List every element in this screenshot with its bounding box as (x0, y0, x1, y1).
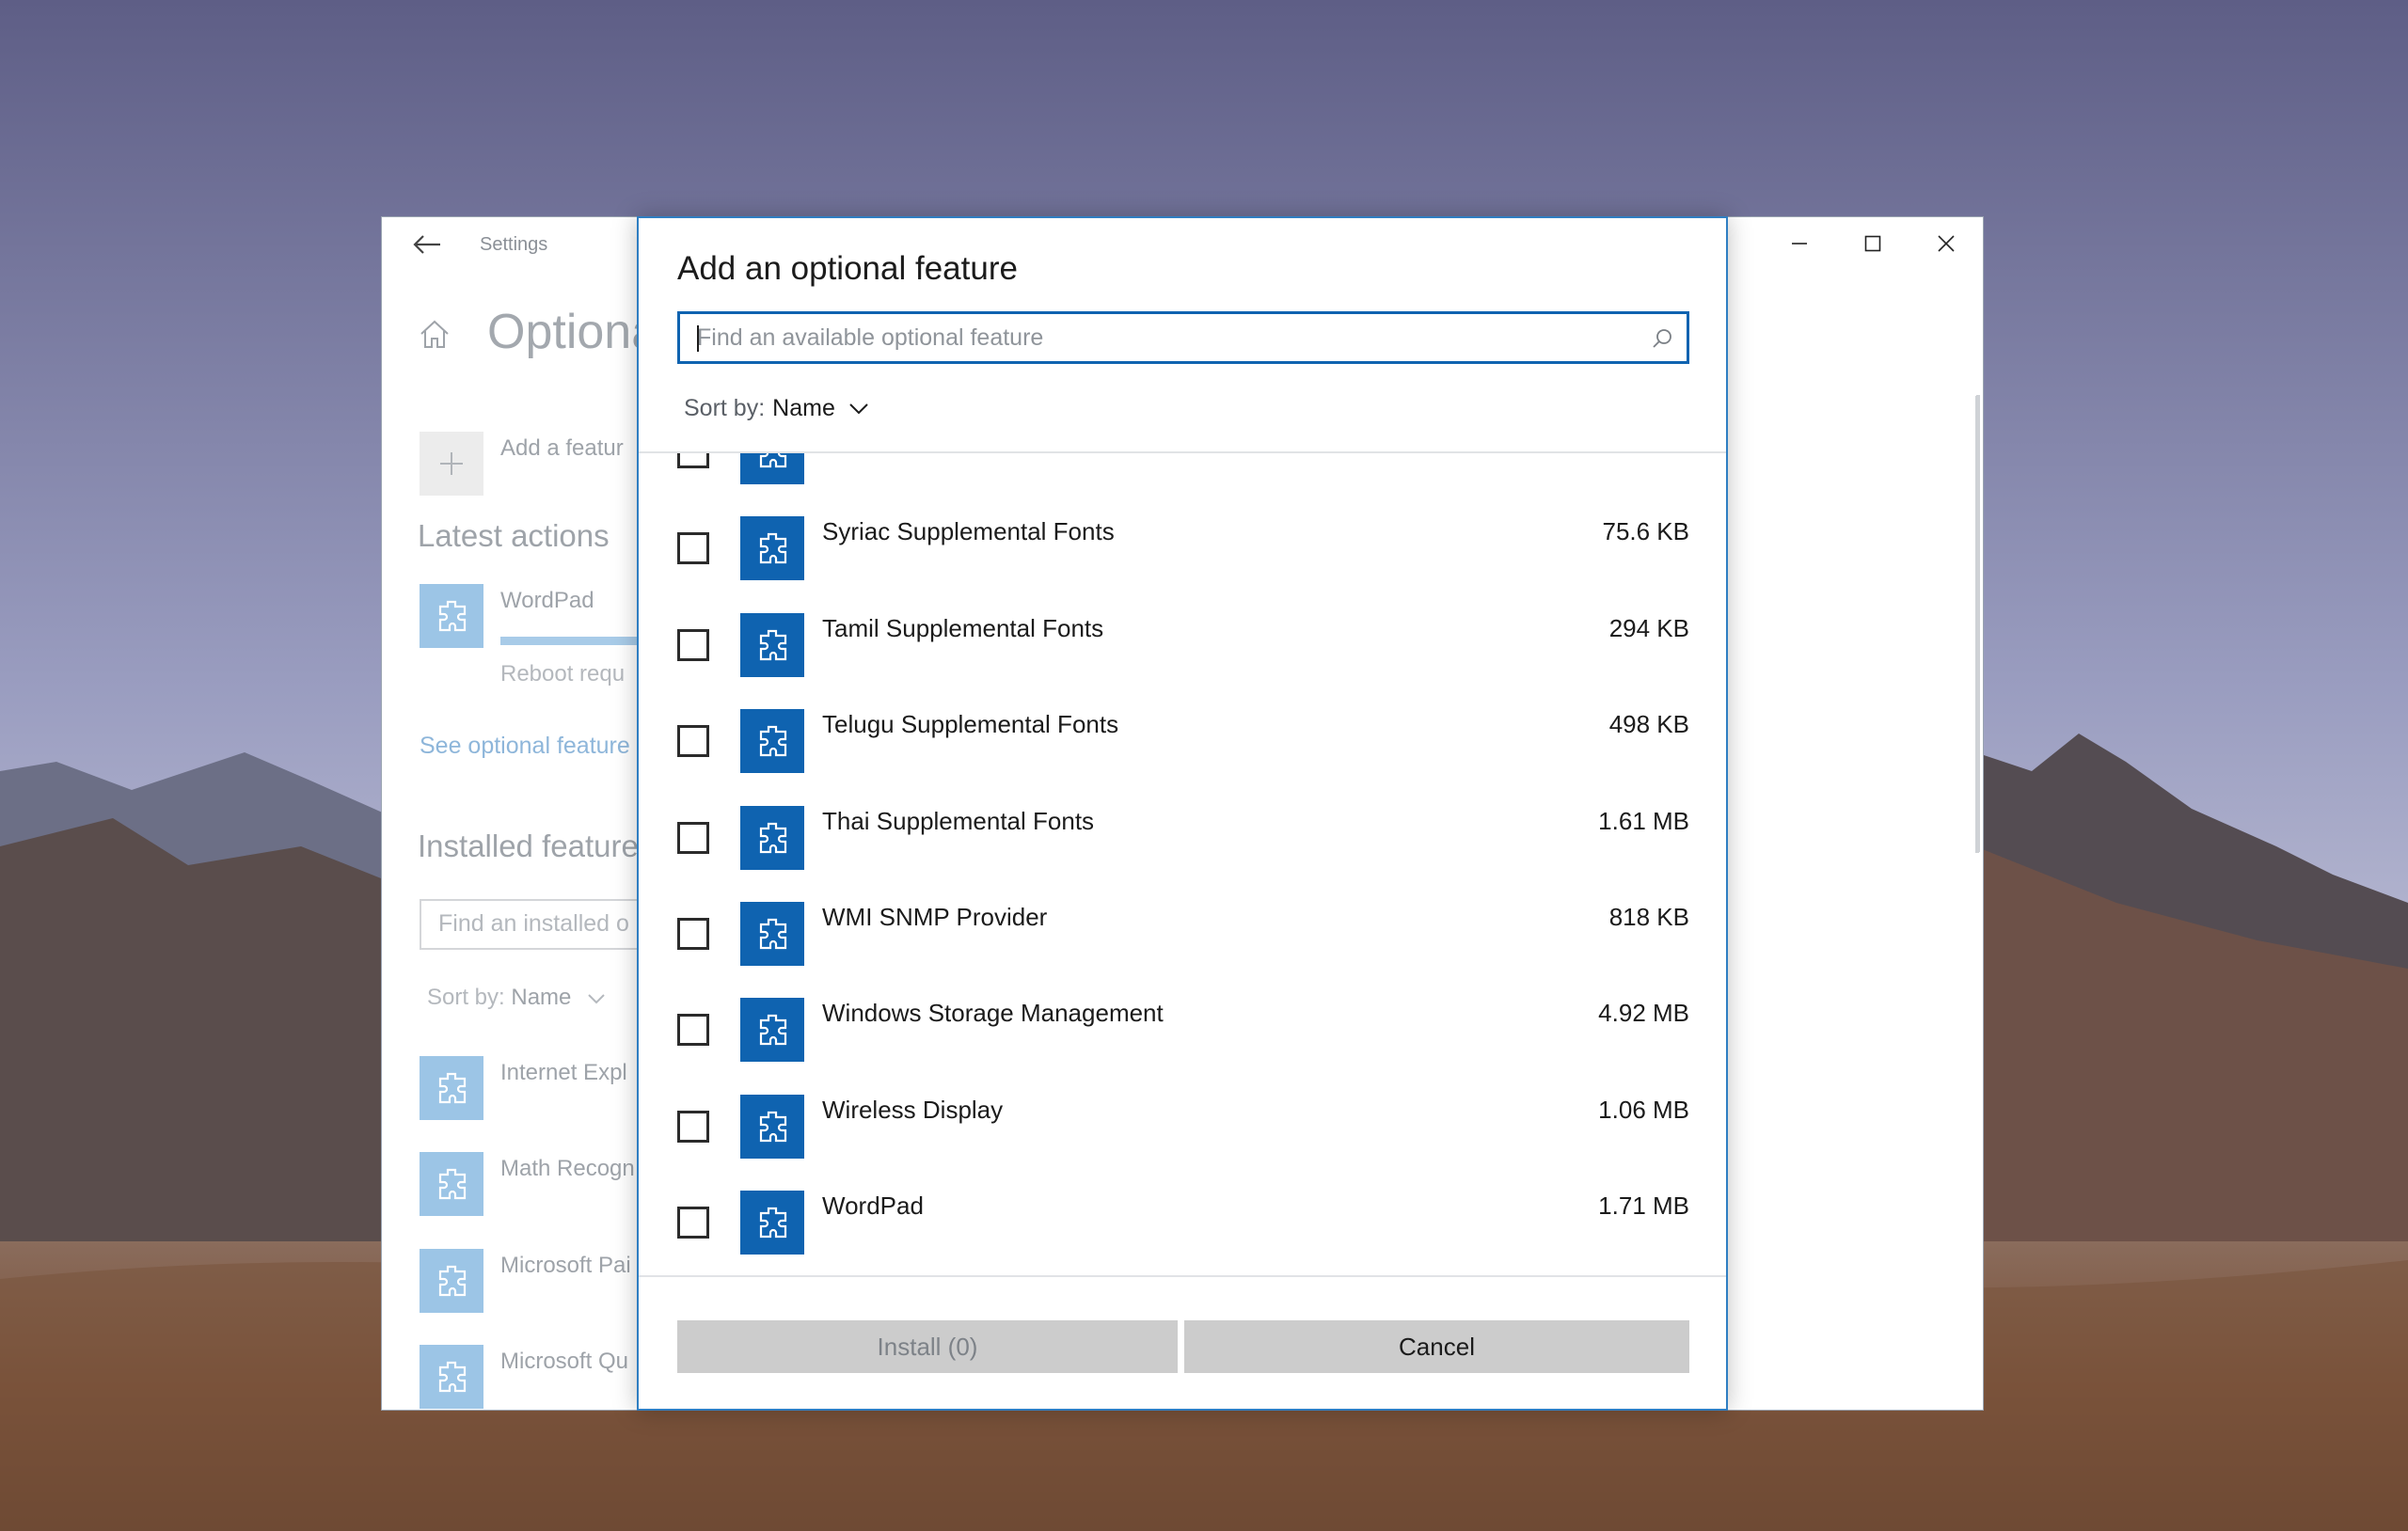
feature-size: 75.6 KB (1602, 517, 1689, 546)
feature-name: Wireless Display (822, 1095, 1004, 1124)
list-item[interactable]: WMI SNMP Provider 818 KB (639, 886, 1726, 982)
feature-search-input[interactable] (680, 314, 1687, 361)
installed-item[interactable]: Math Recogn (500, 1156, 635, 1182)
plus-icon (440, 452, 463, 475)
sort-dropdown[interactable]: Sort by: Name (684, 395, 869, 422)
list-item[interactable]: Tamil Supplemental Fonts 294 KB (639, 597, 1726, 693)
puzzle-icon (740, 709, 804, 774)
installed-sort-dropdown[interactable]: Sort by: Name (427, 985, 606, 1011)
feature-checkbox[interactable] (677, 917, 709, 950)
sort-value: Name (772, 395, 835, 421)
puzzle-icon (740, 998, 804, 1063)
sort-prefix: Sort by: (427, 985, 505, 1010)
sort-prefix: Sort by: (684, 395, 766, 421)
feature-size: 4.92 MB (1598, 999, 1689, 1028)
list-item[interactable]: Windows Storage Management 4.92 MB (639, 982, 1726, 1078)
feature-checkbox[interactable] (677, 1110, 709, 1143)
feature-checkbox[interactable] (677, 725, 709, 758)
search-icon[interactable] (1651, 327, 1673, 350)
minimize-icon (1792, 243, 1807, 245)
sort-value: Name (511, 985, 572, 1010)
feature-size: 294 KB (1608, 613, 1689, 642)
cancel-button[interactable]: Cancel (1184, 1320, 1689, 1373)
puzzle-icon (420, 1152, 483, 1216)
maximize-button[interactable] (1836, 217, 1909, 270)
add-feature-button[interactable] (420, 432, 483, 496)
feature-name: Thai Supplemental Fonts (822, 806, 1095, 835)
puzzle-icon (420, 1056, 483, 1120)
puzzle-icon (420, 1249, 483, 1313)
back-arrow-icon[interactable] (408, 229, 446, 260)
add-optional-feature-dialog: Add an optional feature Sort by: Name Sy… (637, 216, 1728, 1411)
feature-name: WordPad (822, 1192, 924, 1221)
chevron-down-icon (588, 994, 605, 1004)
see-optional-features-link[interactable]: See optional feature (420, 733, 630, 760)
home-icon[interactable] (416, 315, 453, 353)
feature-list[interactable]: Syriac Supplemental Fonts 75.6 KB Tamil Su… (639, 451, 1726, 1277)
maximize-icon (1864, 235, 1881, 252)
install-progress-bar (500, 637, 642, 645)
feature-checkbox[interactable] (677, 1014, 709, 1047)
puzzle-icon (740, 1191, 804, 1255)
puzzle-icon (420, 1345, 483, 1409)
feature-name: Tamil Supplemental Fonts (822, 613, 1104, 642)
feature-search-field[interactable] (677, 311, 1689, 364)
chevron-down-icon (849, 402, 868, 414)
window-scrollbar[interactable] (1976, 395, 1980, 852)
feature-name: WMI SNMP Provider (822, 902, 1048, 931)
text-cursor (697, 325, 699, 352)
list-item[interactable]: WordPad 1.71 MB (639, 1175, 1726, 1271)
puzzle-icon (740, 1094, 804, 1159)
feature-checkbox[interactable] (677, 821, 709, 854)
feature-size: 1.61 MB (1598, 806, 1689, 835)
list-item[interactable]: Syriac Supplemental Fonts 75.6 KB (639, 500, 1726, 596)
close-icon (1938, 235, 1955, 252)
close-button[interactable] (1909, 217, 1983, 270)
feature-name: Windows Storage Management (822, 999, 1164, 1028)
latest-item-status: Reboot requ (500, 661, 626, 687)
puzzle-icon (740, 453, 804, 484)
installed-features-heading: Installed feature (418, 829, 639, 863)
installed-search-input[interactable]: Find an installed o (420, 899, 645, 950)
puzzle-icon (740, 805, 804, 870)
list-item[interactable]: Telugu Supplemental Fonts 498 KB (639, 693, 1726, 789)
feature-size: 498 KB (1608, 710, 1689, 739)
installed-item[interactable]: Microsoft Pai (500, 1253, 631, 1279)
window-title: Settings (480, 234, 548, 255)
puzzle-icon (740, 516, 804, 581)
installed-item[interactable]: Microsoft Qu (500, 1349, 628, 1375)
puzzle-icon (420, 584, 483, 648)
list-item[interactable] (639, 453, 1726, 500)
add-feature-label[interactable]: Add a featur (500, 435, 624, 462)
install-button[interactable]: Install (0) (677, 1320, 1178, 1373)
dialog-title: Add an optional feature (677, 250, 1018, 287)
feature-name: Syriac Supplemental Fonts (822, 517, 1115, 546)
page-title: Optiona (487, 305, 659, 359)
latest-actions-heading: Latest actions (418, 518, 610, 553)
feature-checkbox[interactable] (677, 532, 709, 565)
feature-size: 1.06 MB (1598, 1095, 1689, 1124)
list-item[interactable]: Thai Supplemental Fonts 1.61 MB (639, 790, 1726, 886)
window-controls (1763, 217, 1983, 270)
feature-checkbox[interactable] (677, 628, 709, 661)
feature-size: 1.71 MB (1598, 1192, 1689, 1221)
puzzle-icon (740, 901, 804, 966)
latest-item-label: WordPad (500, 588, 594, 613)
puzzle-icon (740, 612, 804, 677)
minimize-button[interactable] (1763, 217, 1836, 270)
feature-checkbox[interactable] (677, 1207, 709, 1239)
feature-name: Telugu Supplemental Fonts (822, 710, 1119, 739)
installed-item[interactable]: Internet Expl (500, 1060, 627, 1086)
feature-size: 818 KB (1608, 902, 1689, 931)
feature-checkbox[interactable] (677, 453, 709, 468)
list-item[interactable]: Wireless Display 1.06 MB (639, 1079, 1726, 1175)
